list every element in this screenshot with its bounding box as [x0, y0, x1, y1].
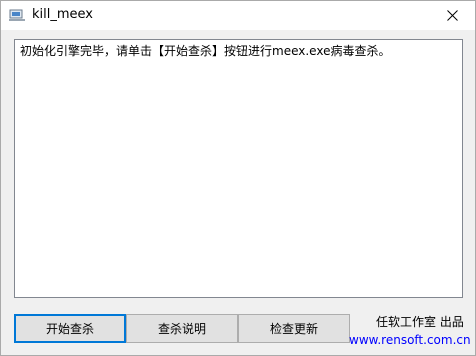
close-button[interactable]: [429, 1, 475, 30]
computer-icon: [9, 9, 25, 22]
check-update-button[interactable]: 检查更新: [238, 314, 350, 343]
title-bar[interactable]: kill_meex: [1, 1, 475, 30]
log-output[interactable]: 初始化引擎完毕，请单击【开始查杀】按钮进行meex.exe病毒查杀。: [14, 39, 463, 298]
close-icon: [446, 10, 458, 21]
scan-help-button[interactable]: 查杀说明: [126, 314, 238, 343]
window-title: kill_meex: [32, 7, 93, 22]
main-window: kill_meex 初始化引擎完毕，请单击【开始查杀】按钮进行meex.exe病…: [0, 0, 476, 356]
website-link[interactable]: www.rensoft.com.cn: [349, 332, 471, 348]
credit-label: 任软工作室 出品: [376, 315, 464, 329]
start-scan-button[interactable]: 开始查杀: [14, 314, 126, 343]
